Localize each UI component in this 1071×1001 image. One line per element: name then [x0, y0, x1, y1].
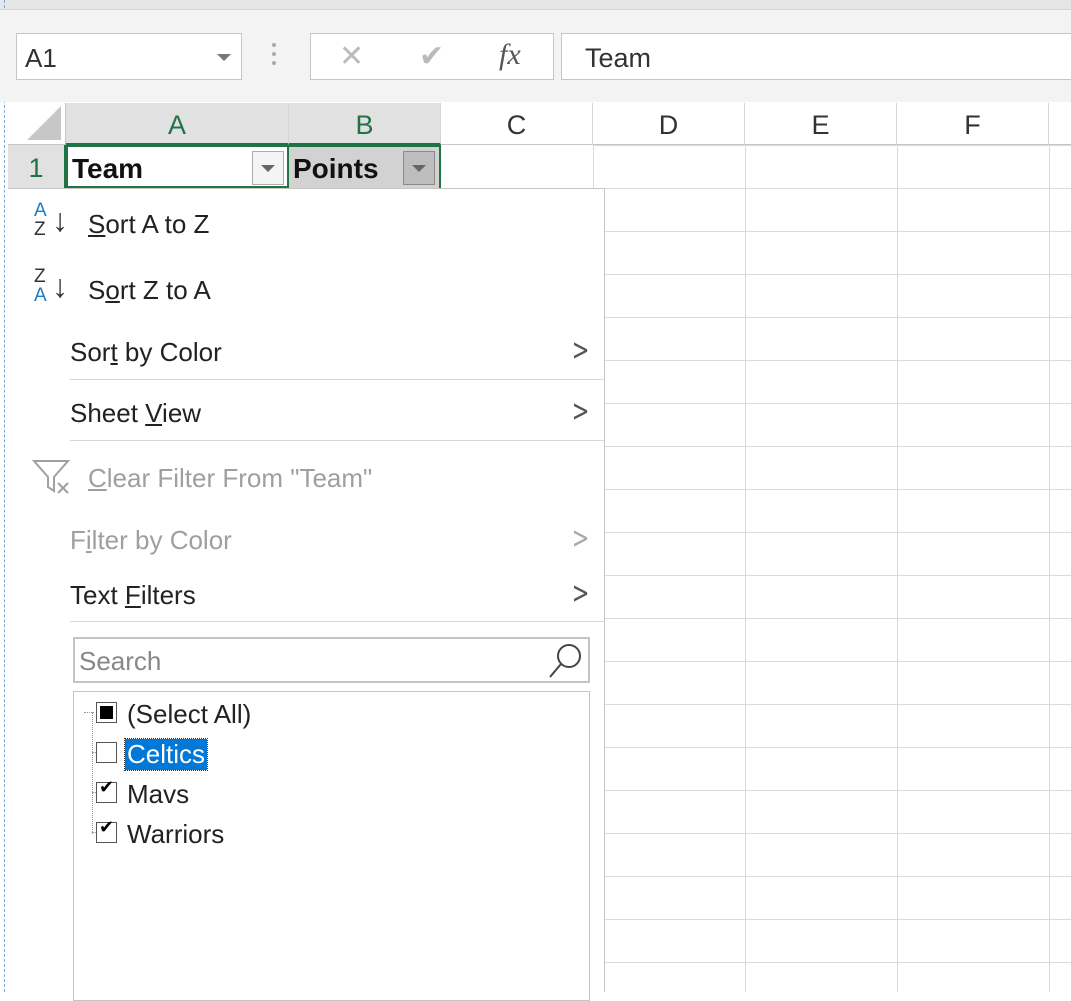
sort-ascending-icon: A Z ↓ [34, 200, 68, 240]
sort-z-to-a-item[interactable]: Z A ↓ Sort Z to A [8, 267, 604, 315]
submenu-chevron-icon: > [571, 394, 590, 429]
sort-by-color-item[interactable]: Sort by Color > [8, 333, 604, 371]
warriors-checkbox[interactable]: ✔ [96, 817, 117, 843]
menu-label: Sort A to Z [88, 209, 210, 239]
column-header-f[interactable]: F [897, 103, 1049, 145]
filter-dropdown-team[interactable] [252, 151, 284, 185]
column-header-e[interactable]: E [745, 103, 897, 145]
menu-separator [70, 440, 604, 441]
page-break-line [4, 0, 5, 992]
submenu-chevron-icon: > [571, 576, 590, 611]
autofilter-menu: A Z ↓ Sort A to Z Z A ↓ Sort Z to A Sort by … [8, 188, 605, 1001]
check-icon: ✔ [99, 817, 115, 837]
column-header-a[interactable]: A [66, 103, 289, 145]
filter-item-label: Celtics [123, 738, 209, 771]
filter-item-label: Mavs [127, 779, 190, 809]
filter-search-input[interactable] [77, 643, 541, 679]
dropdown-arrow-icon [412, 165, 426, 172]
sort-descending-icon: Z A ↓ [34, 266, 68, 306]
cell-a1[interactable]: Team [66, 145, 289, 188]
menu-label: Sort Z to A [88, 275, 211, 305]
sort-a-to-z-item[interactable]: A Z ↓ Sort A to Z [8, 201, 604, 249]
celtics-checkbox[interactable] [96, 742, 117, 763]
window-top-strip [0, 0, 1071, 10]
submenu-chevron-icon: > [571, 521, 590, 556]
formula-buttons: ✕ ✔ fx [310, 33, 554, 80]
menu-label: Sheet View [70, 398, 202, 428]
tree-line [92, 712, 93, 834]
mavs-checkbox[interactable]: ✔ [96, 777, 117, 803]
text-filters-item[interactable]: Text Filters > [8, 576, 604, 614]
formula-bar-grip-icon[interactable] [272, 43, 276, 69]
tree-line [84, 712, 94, 713]
menu-label: Text Filters [70, 580, 196, 610]
column-header-b[interactable]: B [289, 103, 441, 145]
formula-value: Team [585, 43, 652, 73]
formula-input[interactable]: Team [561, 33, 1071, 80]
menu-label: Sort by Color [70, 337, 222, 367]
dropdown-arrow-icon [261, 165, 275, 172]
cell-a1-text: Team [72, 153, 144, 184]
column-header-next[interactable] [1049, 103, 1071, 145]
filter-by-color-item[interactable]: Filter by Color > [8, 521, 604, 559]
menu-label: Clear Filter From "Team" [88, 463, 373, 493]
clear-filter-icon [32, 460, 71, 494]
filter-dropdown-points[interactable] [403, 151, 435, 185]
column-header-d[interactable]: D [593, 103, 745, 145]
filter-item-label: (Select All) [127, 699, 252, 729]
clear-filter-item[interactable]: Clear Filter From "Team" [8, 455, 604, 499]
cancel-icon[interactable]: ✕ [339, 39, 364, 74]
filter-item-label: Warriors [127, 819, 225, 849]
menu-separator [70, 621, 604, 622]
insert-function-icon[interactable]: fx [499, 38, 521, 72]
filter-search-box [73, 637, 590, 683]
name-box-dropdown-icon[interactable] [217, 54, 231, 61]
check-icon: ✔ [99, 777, 115, 797]
sheet-view-item[interactable]: Sheet View > [8, 394, 604, 432]
cell-b1[interactable]: Points [289, 145, 441, 188]
name-box-value: A1 [25, 43, 57, 73]
column-header-c[interactable]: C [441, 103, 593, 145]
row-header-1[interactable]: 1 [8, 145, 66, 188]
corner-triangle-icon [27, 106, 61, 140]
name-box[interactable]: A1 [16, 33, 242, 80]
menu-separator [70, 379, 604, 380]
cell-grid[interactable] [593, 145, 1071, 992]
submenu-chevron-icon: > [571, 333, 590, 368]
enter-icon[interactable]: ✔ [419, 39, 444, 74]
menu-label: Filter by Color [70, 525, 232, 555]
cell-b1-text: Points [293, 153, 379, 184]
filter-values-list: (Select All) Celtics ✔ Mavs ✔ Warriors [73, 691, 590, 1001]
search-icon[interactable] [548, 642, 584, 680]
select-all-checkbox[interactable] [96, 702, 117, 723]
select-all-corner[interactable] [8, 103, 66, 145]
